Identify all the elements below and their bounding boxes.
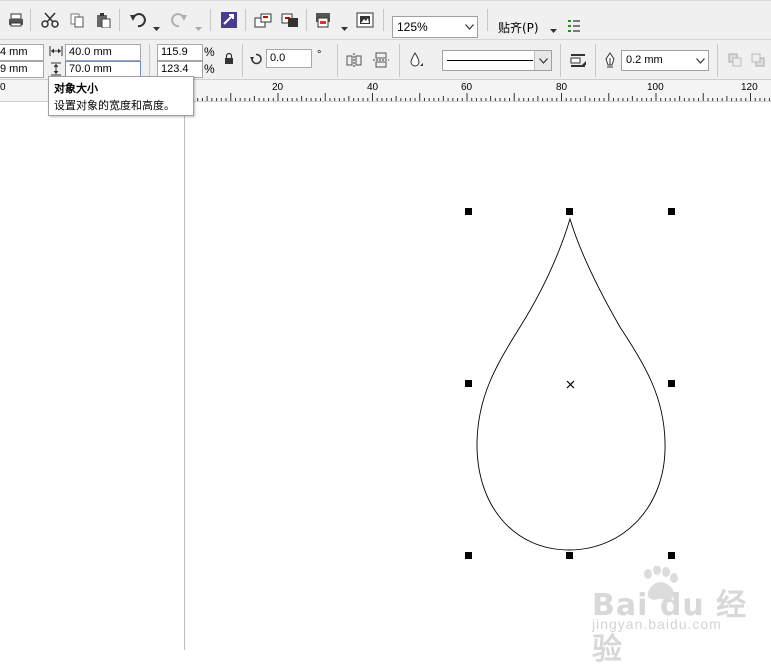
position-y-field[interactable]: 9 mm (0, 61, 44, 78)
chevron-down-icon[interactable] (461, 17, 477, 37)
publish-dropdown-icon[interactable] (341, 23, 348, 35)
rotation-angle-field[interactable]: 0.0 (266, 49, 312, 68)
zoom-level-value: 125% (397, 20, 428, 34)
toolbar-separator (119, 9, 120, 31)
ruler-label: 60 (461, 82, 473, 93)
object-width-field[interactable]: 40.0 mm (65, 44, 141, 61)
selection-handle-bottom-left[interactable] (465, 552, 472, 559)
outline-pen-icon (604, 52, 616, 71)
selection-handle-top-center[interactable] (566, 208, 573, 215)
watermark-url: jingyan.baidu.com (592, 616, 722, 632)
outline-width-dropdown[interactable]: 0.2 mm (621, 50, 709, 71)
print-icon[interactable] (5, 9, 27, 31)
selection-handle-middle-left[interactable] (465, 380, 472, 387)
toolbar-separator (560, 44, 561, 77)
toolbar-separator (337, 44, 338, 77)
launcher-icon[interactable] (218, 9, 240, 31)
publish-pdf-icon[interactable] (313, 9, 335, 31)
toolbar-separator (595, 44, 596, 77)
toolbar-separator (717, 44, 718, 77)
redo-icon[interactable] (168, 9, 190, 31)
export-icon[interactable] (279, 9, 301, 31)
ruler-label-origin: 0 (0, 82, 6, 93)
undo-icon[interactable] (127, 9, 149, 31)
snap-dropdown-icon[interactable] (550, 25, 557, 37)
toolbar-separator (306, 9, 307, 31)
position-x-field[interactable]: 4 mm (0, 44, 44, 61)
text-wrap-icon[interactable] (567, 49, 589, 71)
fill-droplet-icon[interactable] (405, 49, 427, 71)
toolbar-separator (242, 44, 243, 77)
zoom-level-dropdown[interactable]: 125% (392, 16, 478, 38)
to-front-icon[interactable] (724, 49, 746, 71)
paste-icon[interactable] (92, 9, 114, 31)
object-center-marker[interactable] (566, 380, 575, 389)
cut-icon[interactable] (39, 9, 61, 31)
rotation-icon (249, 52, 263, 69)
standard-toolbar: 125% 贴齐(P) (0, 0, 771, 40)
width-icon (49, 45, 63, 60)
full-screen-preview-icon[interactable] (354, 9, 376, 31)
tooltip-description: 设置对象的宽度和高度。 (54, 99, 175, 112)
toolbar-separator (30, 9, 31, 31)
outline-style-dropdown[interactable] (442, 50, 552, 71)
selection-handle-top-left[interactable] (465, 208, 472, 215)
toolbar-separator (149, 44, 150, 77)
outline-style-preview (447, 60, 533, 61)
ruler-label: 120 (741, 82, 758, 93)
chevron-down-icon[interactable] (534, 51, 551, 70)
undo-dropdown-icon[interactable] (153, 23, 160, 35)
ruler-label: 100 (647, 82, 664, 93)
toolbar-separator (399, 44, 400, 77)
outline-width-value: 0.2 mm (626, 54, 663, 66)
ruler-label: 80 (556, 82, 568, 93)
redo-dropdown-icon[interactable] (195, 23, 202, 35)
selection-handle-middle-right[interactable] (668, 380, 675, 387)
to-back-icon[interactable] (747, 49, 769, 71)
ruler-label: 20 (272, 82, 284, 93)
snap-options-icon[interactable] (563, 15, 585, 37)
scale-x-percent: % (204, 45, 215, 59)
toolbar-separator (210, 9, 211, 31)
import-icon[interactable] (252, 9, 274, 31)
property-bar: 4 mm 9 mm 40.0 mm 70.0 mm 115.9 123.4 % … (0, 40, 771, 80)
scale-y-percent: % (204, 62, 215, 76)
snap-to-menu[interactable]: 贴齐(P) (498, 19, 539, 36)
lock-ratio-icon[interactable] (224, 52, 234, 68)
ruler-label: 40 (367, 82, 379, 93)
toolbar-separator (245, 9, 246, 31)
baidu-jingyan-watermark: Bai du 经验 jingyan.baidu.com (590, 565, 760, 667)
scale-x-field[interactable]: 115.9 (157, 44, 203, 61)
mirror-vertical-icon[interactable] (370, 49, 392, 71)
selection-handle-bottom-center[interactable] (566, 552, 573, 559)
selection-handle-top-right[interactable] (668, 208, 675, 215)
copy-icon[interactable] (66, 9, 88, 31)
chevron-down-icon[interactable] (692, 51, 708, 70)
toolbar-separator (487, 9, 488, 31)
object-size-tooltip: 对象大小 设置对象的宽度和高度。 (48, 76, 194, 116)
toolbar-separator (383, 9, 384, 31)
rotation-degree-symbol: ° (317, 49, 322, 61)
tooltip-title: 对象大小 (54, 82, 98, 95)
mirror-horizontal-icon[interactable] (343, 49, 365, 71)
selection-handle-bottom-right[interactable] (668, 552, 675, 559)
